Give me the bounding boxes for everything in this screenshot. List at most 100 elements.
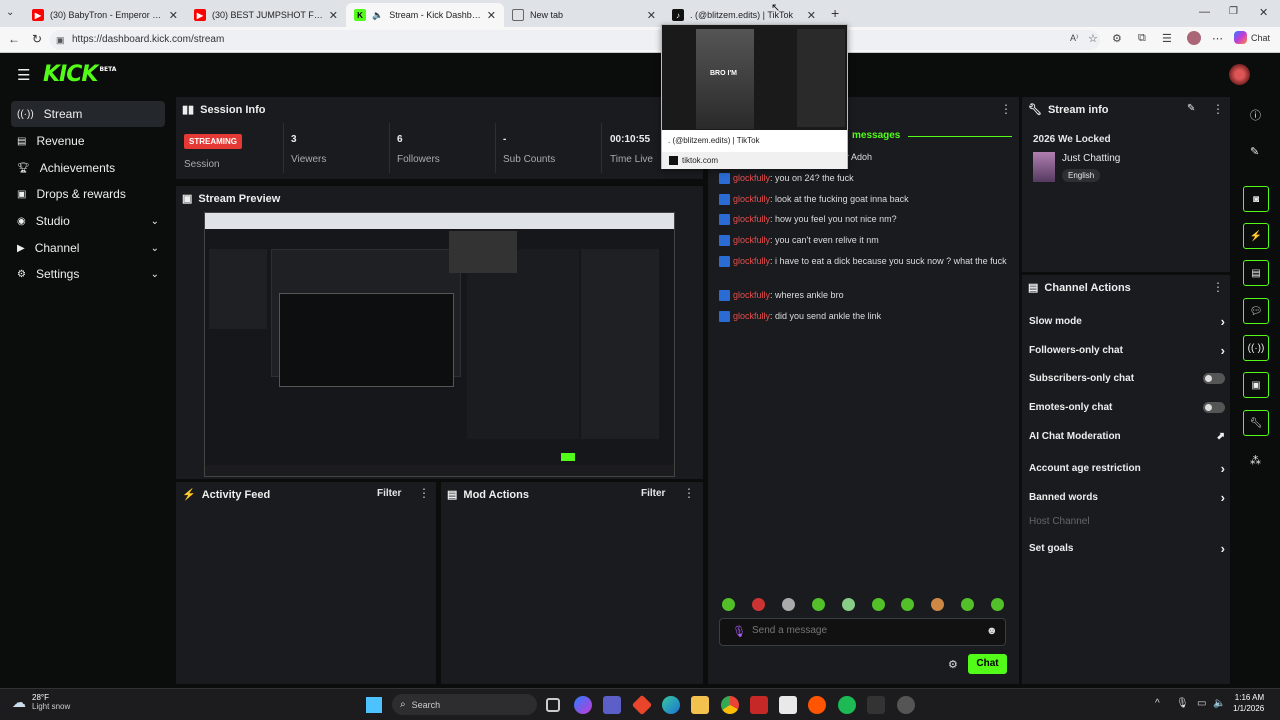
filter-button[interactable]: Filter (641, 488, 665, 499)
sidebar-item-channel[interactable]: ▶ Channel ⌄ (11, 235, 165, 261)
chat-username[interactable]: glockfully (733, 290, 770, 300)
app-circle-icon[interactable] (897, 696, 915, 714)
soundcloud-icon[interactable] (808, 696, 826, 714)
rail-tools-button[interactable]: 🔧︎ (1243, 410, 1269, 436)
close-icon[interactable]: ✕ (329, 9, 338, 22)
chrome-icon[interactable] (721, 696, 739, 714)
more-icon[interactable]: ⋮ (1212, 102, 1224, 116)
network-icon[interactable]: ▭ (1197, 698, 1206, 709)
extensions-icon[interactable]: ⚙ (1112, 32, 1122, 45)
rail-raid-button[interactable]: ⚡ (1243, 223, 1269, 249)
site-info-icon[interactable]: ▣ (56, 30, 65, 50)
window-close-icon[interactable]: ✕ (1259, 6, 1268, 19)
chat-username[interactable]: glockfully (733, 235, 770, 245)
edge-icon[interactable] (662, 696, 680, 714)
emote-icon[interactable] (872, 598, 885, 611)
volume-icon[interactable]: 🔈 (1213, 698, 1225, 709)
subscribers-only-toggle[interactable] (1203, 373, 1225, 384)
browser-tab-1[interactable]: ▶ (30) BabyTron - Emperor of the Ur ✕ (24, 3, 186, 27)
close-icon[interactable]: ✕ (647, 9, 656, 22)
copilot-button[interactable]: Chat (1234, 31, 1270, 44)
emote-icon[interactable] (842, 598, 855, 611)
favorites-bar-icon[interactable] (1187, 31, 1201, 45)
browser-tab-3[interactable]: K 🔈 Stream - Kick Dashboard ✕ (346, 3, 504, 27)
file-explorer-icon[interactable] (691, 696, 709, 714)
chat-settings-icon[interactable]: ⚙ (948, 658, 958, 671)
apps-icon[interactable]: ⁂ (1250, 454, 1261, 467)
back-icon[interactable]: ← (8, 32, 20, 46)
close-icon[interactable]: ✕ (169, 9, 178, 22)
store-icon[interactable] (779, 696, 797, 714)
emote-icon[interactable] (812, 598, 825, 611)
sidebar-item-achievements[interactable]: 🏆︎ Achievements (11, 155, 165, 181)
close-icon[interactable]: ✕ (487, 9, 496, 22)
edit-icon[interactable]: ✎ (1187, 103, 1195, 114)
minimize-icon[interactable]: — (1199, 6, 1210, 18)
app-red-icon[interactable] (631, 694, 653, 716)
chat-username[interactable]: glockfully (733, 256, 770, 266)
windows-start-icon[interactable] (366, 697, 382, 713)
app-shield-icon[interactable] (750, 696, 768, 714)
close-icon[interactable]: ✕ (807, 9, 816, 22)
action-banned-words[interactable]: Banned words › (1029, 490, 1225, 505)
microphone-icon[interactable]: 🎙︎ (732, 625, 746, 638)
rail-notes-button[interactable]: ▤ (1243, 260, 1269, 286)
sidebar-item-stream[interactable]: ((·)) Stream (11, 101, 165, 127)
new-tab-icon[interactable]: + (831, 5, 839, 21)
edit-icon[interactable]: ✎ (1250, 145, 1259, 158)
avatar[interactable] (1229, 64, 1250, 85)
copilot-icon[interactable] (574, 696, 592, 714)
category-name[interactable]: Just Chatting (1062, 153, 1120, 164)
sidebar-icon[interactable]: ☰ (1162, 32, 1172, 45)
info-icon[interactable]: ⓘ (1250, 107, 1261, 123)
sidebar-item-settings[interactable]: ⚙ Settings ⌄ (11, 261, 165, 287)
action-set-goals[interactable]: Set goals › (1029, 541, 1225, 556)
more-icon[interactable]: ⋮ (1000, 102, 1012, 116)
chat-username[interactable]: glockfully (733, 311, 770, 321)
rail-broadcast-button[interactable]: ((·)) (1243, 335, 1269, 361)
url-input[interactable]: ▣ https://dashboard.kick.com/stream (50, 30, 1100, 50)
chat-send-button[interactable]: Chat (968, 654, 1007, 674)
spotify-icon[interactable] (838, 696, 856, 714)
emotes-only-toggle[interactable] (1203, 402, 1225, 413)
refresh-icon[interactable]: ↻ (32, 32, 42, 46)
chat-username[interactable]: glockfully (733, 194, 770, 204)
emote-icon[interactable] (901, 598, 914, 611)
task-view-icon[interactable] (546, 698, 560, 712)
rail-chat-button[interactable]: 💬︎ (1243, 298, 1269, 324)
emote-icon[interactable] (991, 598, 1004, 611)
action-ai-moderation[interactable]: AI Chat Moderation ⬈ (1029, 431, 1225, 442)
chat-username[interactable]: glockfully (733, 173, 770, 183)
teams-icon[interactable] (603, 696, 621, 714)
obs-icon[interactable] (867, 696, 885, 714)
action-account-age[interactable]: Account age restriction › (1029, 461, 1225, 476)
microphone-tray-icon[interactable]: 🎙︎ (1176, 698, 1189, 709)
taskbar-search[interactable]: ⌕ Search (392, 694, 537, 715)
tab-actions-icon[interactable]: ⌄ (6, 7, 14, 18)
message-field[interactable] (752, 625, 972, 636)
emote-icon[interactable] (752, 598, 765, 611)
emoji-icon[interactable]: ☻ (986, 625, 998, 637)
menu-icon[interactable]: ☰ (17, 66, 30, 84)
weather-widget[interactable]: ☁ 28°F Light snow (12, 693, 70, 711)
speaker-icon[interactable]: 🔈 (372, 10, 383, 21)
browser-tab-2[interactable]: ▶ (30) BEST JUMPSHOT FOR LOCKS/ ✕ (186, 3, 346, 27)
maximize-icon[interactable]: ❐ (1229, 6, 1238, 17)
sidebar-item-revenue[interactable]: ▤ Revenue (11, 128, 165, 154)
rail-host-button[interactable]: ▣ (1243, 372, 1269, 398)
emote-icon[interactable] (961, 598, 974, 611)
sidebar-item-drops[interactable]: ▣ Drops & rewards (11, 181, 165, 207)
more-icon[interactable]: ⋯ (1212, 32, 1223, 45)
action-followers-only[interactable]: Followers-only chat › (1029, 343, 1225, 358)
read-aloud-icon[interactable]: A⁾ (1070, 33, 1078, 44)
browser-tab-4[interactable]: New tab ✕ (504, 3, 664, 27)
sidebar-item-studio[interactable]: ◉ Studio ⌄ (11, 208, 165, 234)
emote-icon[interactable] (782, 598, 795, 611)
favorite-icon[interactable]: ☆ (1088, 32, 1098, 45)
more-icon[interactable]: ⋮ (418, 486, 430, 500)
clock[interactable]: 1:16 AM 1/1/2026 (1233, 693, 1264, 713)
more-icon[interactable]: ⋮ (1212, 280, 1224, 294)
chat-input[interactable]: 🎙︎ ☻ (719, 618, 1006, 646)
rail-camera-button[interactable]: ◙ (1243, 186, 1269, 212)
emote-icon[interactable] (722, 598, 735, 611)
